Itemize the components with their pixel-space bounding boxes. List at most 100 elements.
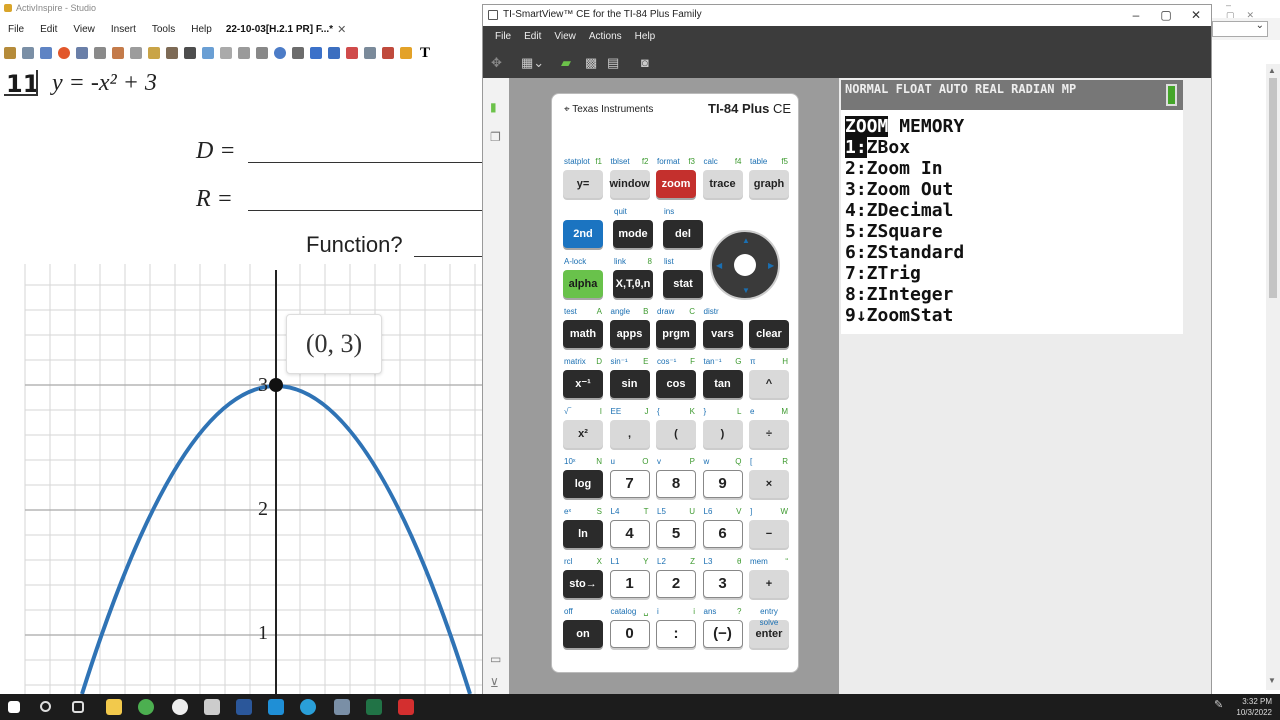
key-8[interactable]: 8 bbox=[656, 470, 696, 498]
key-log[interactable]: log bbox=[563, 470, 603, 498]
key-clear[interactable]: clear bbox=[749, 320, 789, 348]
menu-item[interactable]: 8:ZInteger bbox=[845, 284, 953, 306]
tool-icon[interactable] bbox=[256, 47, 268, 59]
ai-zoom-dropdown[interactable] bbox=[1212, 20, 1268, 37]
close-button[interactable]: ✕ bbox=[1181, 7, 1211, 23]
tool-icon[interactable] bbox=[292, 47, 304, 59]
flipchart-tab[interactable]: 22-10-03[H.2.1 PR] F...* bbox=[226, 24, 333, 35]
key-x[interactable]: x⁻¹ bbox=[563, 370, 603, 398]
key-ln[interactable]: ln bbox=[563, 520, 603, 548]
menu-item[interactable]: 6:ZStandard bbox=[845, 242, 964, 264]
key-sto[interactable]: sto→ bbox=[563, 570, 603, 598]
ai-menu-file[interactable]: File bbox=[8, 24, 24, 35]
tool-icon[interactable] bbox=[274, 47, 286, 59]
panel-icon[interactable]: ▭ bbox=[490, 652, 501, 666]
edge-icon[interactable] bbox=[300, 699, 316, 715]
tool-icon[interactable] bbox=[4, 47, 16, 59]
file-explorer-icon[interactable] bbox=[106, 699, 122, 715]
key-[interactable]: ÷ bbox=[749, 420, 789, 448]
excel-icon[interactable] bbox=[366, 699, 382, 715]
tool-icon[interactable] bbox=[382, 47, 394, 59]
close-tab-icon[interactable]: ✕ bbox=[337, 23, 346, 36]
arrow-pad[interactable]: ▲ ▼ ◀ ▶ bbox=[710, 230, 780, 300]
tool-icon[interactable] bbox=[58, 47, 70, 59]
scroll-up-icon[interactable]: ▲ bbox=[1268, 66, 1276, 75]
left-arrow-icon[interactable]: ◀ bbox=[716, 261, 722, 270]
chrome-icon[interactable] bbox=[138, 699, 154, 715]
ai-menu-help[interactable]: Help bbox=[191, 24, 212, 35]
ai-menu-view[interactable]: View bbox=[73, 24, 95, 35]
key-1[interactable]: 1 bbox=[609, 570, 650, 598]
tool-icon[interactable] bbox=[130, 47, 142, 59]
key-apps[interactable]: apps bbox=[609, 320, 650, 348]
key-trace[interactable]: trace bbox=[702, 170, 743, 198]
menu-item[interactable]: 7:ZTrig bbox=[845, 263, 921, 285]
calculator-view-icon[interactable]: ▮ bbox=[490, 100, 497, 114]
copy-icon[interactable]: ❐ bbox=[490, 130, 501, 144]
page-scrollbar[interactable]: ▲ ▼ bbox=[1266, 64, 1280, 690]
layout-icon[interactable]: ▤ bbox=[607, 56, 619, 70]
key-on[interactable]: on bbox=[563, 620, 603, 648]
key-window[interactable]: window bbox=[609, 170, 650, 198]
key-prgm[interactable]: prgm bbox=[656, 320, 696, 348]
keypress-history-icon[interactable]: ▰ bbox=[561, 56, 571, 70]
scrollbar-thumb[interactable] bbox=[1269, 78, 1277, 298]
word-icon[interactable] bbox=[236, 699, 252, 715]
key-mode[interactable]: mode bbox=[613, 220, 653, 248]
smartview-taskbar-icon[interactable] bbox=[334, 699, 350, 715]
up-arrow-icon[interactable]: ▲ bbox=[742, 236, 750, 245]
key-0[interactable]: 0 bbox=[609, 620, 650, 648]
taskbar-clock[interactable]: 3:32 PM 10/3/2022 bbox=[1236, 696, 1272, 718]
menu-item[interactable]: 4:ZDecimal bbox=[845, 200, 953, 222]
sv-menu-actions[interactable]: Actions bbox=[589, 31, 622, 42]
app-icon[interactable] bbox=[204, 699, 220, 715]
tool-icon[interactable] bbox=[364, 47, 376, 59]
key-3[interactable]: 3 bbox=[702, 570, 743, 598]
calculator-select-icon[interactable]: ▦⌄ bbox=[521, 56, 544, 70]
tool-icon[interactable] bbox=[76, 47, 88, 59]
text-tool-icon[interactable]: T bbox=[420, 45, 430, 62]
tool-icon[interactable] bbox=[310, 47, 322, 59]
key-5[interactable]: 5 bbox=[656, 520, 696, 548]
minimize-button[interactable]: ‒ bbox=[1121, 7, 1151, 23]
key-math[interactable]: math bbox=[563, 320, 603, 348]
acrobat-icon[interactable] bbox=[398, 699, 414, 715]
key-[interactable]: ) bbox=[702, 420, 743, 448]
key-2nd[interactable]: 2nd bbox=[563, 220, 603, 248]
menu-item[interactable]: 2:Zoom In bbox=[845, 158, 943, 180]
pointer-tool-icon[interactable]: ✥ bbox=[491, 56, 502, 70]
menu-item[interactable]: 9↓ZoomStat bbox=[845, 305, 953, 327]
key-XTn[interactable]: X,T,θ,n bbox=[613, 270, 653, 298]
pen-icon[interactable]: ✎ bbox=[1214, 698, 1230, 714]
sv-menu-edit[interactable]: Edit bbox=[524, 31, 541, 42]
key-[interactable]: ( bbox=[656, 420, 696, 448]
ai-menu-tools[interactable]: Tools bbox=[152, 24, 175, 35]
key-[interactable]: − bbox=[749, 520, 789, 548]
tool-icon[interactable] bbox=[40, 47, 52, 59]
key-[interactable]: ^ bbox=[749, 370, 789, 398]
panel-down-icon[interactable]: ⊻ bbox=[490, 676, 499, 690]
key-4[interactable]: 4 bbox=[609, 520, 650, 548]
sigma-app-icon[interactable] bbox=[268, 699, 284, 715]
right-arrow-icon[interactable]: ▶ bbox=[768, 261, 774, 270]
send-to-calculator-icon[interactable]: ▩ bbox=[585, 56, 597, 70]
key-del[interactable]: del bbox=[663, 220, 703, 248]
sv-menu-help[interactable]: Help bbox=[635, 31, 656, 42]
tool-icon[interactable] bbox=[220, 47, 232, 59]
tool-icon[interactable] bbox=[184, 47, 196, 59]
tool-icon[interactable] bbox=[148, 47, 160, 59]
ai-menu-insert[interactable]: Insert bbox=[111, 24, 136, 35]
menu-item[interactable]: 3:Zoom Out bbox=[845, 179, 953, 201]
key-[interactable]: : bbox=[656, 620, 696, 648]
search-icon[interactable] bbox=[40, 701, 51, 712]
ai-menu-edit[interactable]: Edit bbox=[40, 24, 57, 35]
task-view-icon[interactable] bbox=[72, 701, 84, 713]
menu-item[interactable]: 5:ZSquare bbox=[845, 221, 943, 243]
tool-icon[interactable] bbox=[94, 47, 106, 59]
sv-menu-file[interactable]: File bbox=[495, 31, 511, 42]
key-[interactable]: , bbox=[609, 420, 650, 448]
key-x[interactable]: x² bbox=[563, 420, 603, 448]
key-7[interactable]: 7 bbox=[609, 470, 650, 498]
tool-icon[interactable] bbox=[400, 47, 412, 59]
key-cos[interactable]: cos bbox=[656, 370, 696, 398]
